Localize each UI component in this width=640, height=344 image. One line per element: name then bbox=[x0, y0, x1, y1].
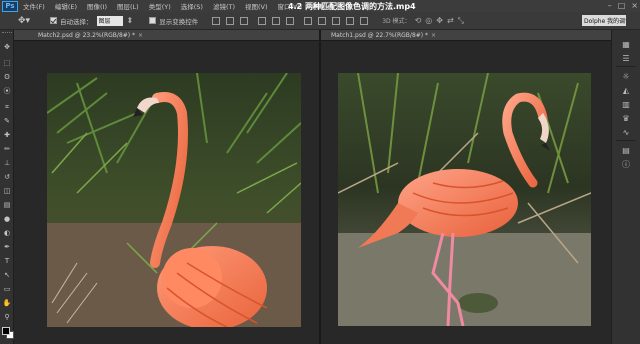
menu-filter[interactable]: 滤镜(T) bbox=[208, 1, 240, 11]
3d-mode-label: 3D 模式： bbox=[382, 18, 411, 25]
menu-bar: Ps 文件(F) 编辑(E) 图像(I) 图层(L) 类型(Y) 选择(S) 滤… bbox=[0, 0, 640, 12]
panel-divider bbox=[616, 140, 636, 141]
document-tab-label: Match2.psd @ 23.2%(RGB/8#) * bbox=[38, 31, 136, 39]
adjust-icon[interactable]: ◭ bbox=[617, 84, 635, 96]
align-left-icon[interactable] bbox=[258, 16, 267, 25]
auto-select-dropdown[interactable]: 图层 bbox=[96, 15, 123, 26]
foreground-color-swatch[interactable] bbox=[2, 327, 10, 335]
align-middle-icon[interactable] bbox=[226, 16, 235, 25]
eyedropper-icon[interactable]: ✎ bbox=[2, 116, 12, 126]
flamingo-photo-right bbox=[338, 73, 591, 326]
levels-icon[interactable]: ▥ bbox=[617, 98, 635, 110]
chevron-down-icon[interactable]: ⬍ bbox=[127, 16, 134, 25]
tab-close-icon[interactable]: × bbox=[138, 32, 143, 39]
align-bottom-icon[interactable] bbox=[240, 16, 249, 25]
distribute-right-icon[interactable] bbox=[360, 16, 369, 25]
hand-icon[interactable]: ✋ bbox=[2, 298, 12, 308]
3d-scale-icon[interactable]: ⤡ bbox=[458, 16, 464, 26]
lasso-icon[interactable]: ʘ bbox=[2, 72, 12, 82]
window-controls: – □ × bbox=[608, 1, 638, 10]
crown-icon[interactable]: ♛ bbox=[617, 112, 635, 124]
path-select-icon[interactable]: ↖ bbox=[2, 270, 12, 280]
tools-panel: ✥ ⬚ ʘ ⦿ ⌗ ✎ ✚ ✏ ⊥ ↺ ◫ ▤ ● ◐ ✒ T ↖ ▭ ✋ ⚲ bbox=[0, 30, 14, 344]
auto-select-checkbox[interactable] bbox=[50, 17, 57, 24]
panel-grip[interactable] bbox=[2, 32, 12, 34]
menu-layer[interactable]: 图层(L) bbox=[112, 1, 144, 11]
show-transform-checkbox[interactable] bbox=[149, 17, 157, 24]
layers-icon[interactable]: ☰ bbox=[617, 52, 635, 64]
show-transform-label: 显示变换控件 bbox=[159, 17, 199, 26]
3d-pan-icon[interactable]: ✥ bbox=[436, 16, 443, 25]
image-canvas[interactable] bbox=[47, 73, 301, 327]
3d-slide-icon[interactable]: ⇄ bbox=[447, 16, 454, 25]
distribute-left-icon[interactable] bbox=[346, 16, 355, 25]
brush-icon[interactable]: ✏ bbox=[2, 144, 12, 154]
right-panel-dock: ▦ ☰ ☼ ◭ ▥ ♛ ∿ ▤ ⓘ bbox=[611, 30, 640, 344]
healing-icon[interactable]: ✚ bbox=[2, 130, 12, 140]
stamp-icon[interactable]: ⊥ bbox=[2, 158, 12, 168]
shape-icon[interactable]: ▭ bbox=[2, 284, 12, 294]
menu-select[interactable]: 选择(S) bbox=[176, 1, 208, 11]
type-icon[interactable]: T bbox=[2, 256, 12, 266]
crop-icon[interactable]: ⌗ bbox=[2, 102, 12, 112]
blur-icon[interactable]: ● bbox=[2, 214, 12, 224]
distribute-middle-icon[interactable] bbox=[318, 16, 327, 25]
document-match2: Match2.psd @ 23.2%(RGB/8#) * × bbox=[14, 30, 319, 344]
dodge-icon[interactable]: ◐ bbox=[2, 228, 12, 238]
distribute-top-icon[interactable] bbox=[304, 16, 313, 25]
minimize-icon[interactable]: – bbox=[608, 1, 612, 10]
flamingo-photo-left bbox=[47, 73, 301, 327]
menu-file[interactable]: 文件(F) bbox=[18, 1, 50, 11]
quick-select-icon[interactable]: ⦿ bbox=[2, 86, 12, 96]
distribute-bottom-icon[interactable] bbox=[332, 16, 341, 25]
zoom-icon[interactable]: ⚲ bbox=[2, 312, 12, 322]
align-right-icon[interactable] bbox=[286, 16, 295, 25]
curves-icon[interactable]: ∿ bbox=[617, 126, 635, 138]
photoshop-logo-icon: Ps bbox=[2, 0, 18, 12]
eraser-icon[interactable]: ◫ bbox=[2, 186, 12, 196]
document-tab-label: Match1.psd @ 22.7%(RGB/8#) * bbox=[331, 31, 429, 39]
document-tab[interactable]: Match1.psd @ 22.7%(RGB/8#) * × bbox=[321, 30, 611, 41]
info-icon[interactable]: ⓘ bbox=[617, 158, 635, 170]
options-bar: ✥▾ 自动选择： 图层 ⬍ 显示变换控件 3D 模式： ⟲ ◎ ✥ ⇄ ⤡ Do… bbox=[0, 12, 640, 30]
3d-roll-icon[interactable]: ◎ bbox=[425, 16, 432, 25]
document-match1: Match1.psd @ 22.7%(RGB/8#) * × bbox=[319, 30, 611, 344]
close-icon[interactable]: × bbox=[631, 1, 638, 10]
align-top-icon[interactable] bbox=[212, 16, 221, 25]
image-canvas[interactable] bbox=[338, 73, 591, 326]
menu-type[interactable]: 类型(Y) bbox=[144, 1, 176, 11]
panel-divider bbox=[616, 66, 636, 67]
window-title: 4.2 两种匹配图像色调的方法.mp4 bbox=[288, 2, 416, 11]
align-center-icon[interactable] bbox=[272, 16, 281, 25]
history-brush-icon[interactable]: ↺ bbox=[2, 172, 12, 182]
gradient-panel-icon[interactable]: ▤ bbox=[617, 144, 635, 156]
menu-image[interactable]: 图像(I) bbox=[82, 1, 112, 11]
gradient-icon[interactable]: ▤ bbox=[2, 200, 12, 210]
maximize-icon[interactable]: □ bbox=[618, 1, 626, 10]
tab-close-icon[interactable]: × bbox=[431, 32, 436, 39]
auto-select-label: 自动选择： bbox=[60, 17, 93, 26]
move-icon[interactable]: ✥ bbox=[2, 42, 12, 52]
sun-icon[interactable]: ☼ bbox=[617, 70, 635, 82]
workspace-dropdown[interactable]: Dolphe 我的调色 bbox=[582, 15, 626, 26]
3d-rotate-icon[interactable]: ⟲ bbox=[415, 16, 422, 25]
marquee-icon[interactable]: ⬚ bbox=[2, 58, 12, 68]
pen-icon[interactable]: ✒ bbox=[2, 242, 12, 252]
menu-edit[interactable]: 编辑(E) bbox=[50, 1, 82, 11]
menu-view[interactable]: 视图(V) bbox=[240, 1, 273, 11]
document-tab[interactable]: Match2.psd @ 23.2%(RGB/8#) * × bbox=[14, 30, 319, 41]
move-tool-preset-icon[interactable]: ✥▾ bbox=[14, 14, 34, 28]
grid-icon[interactable]: ▦ bbox=[617, 38, 635, 50]
